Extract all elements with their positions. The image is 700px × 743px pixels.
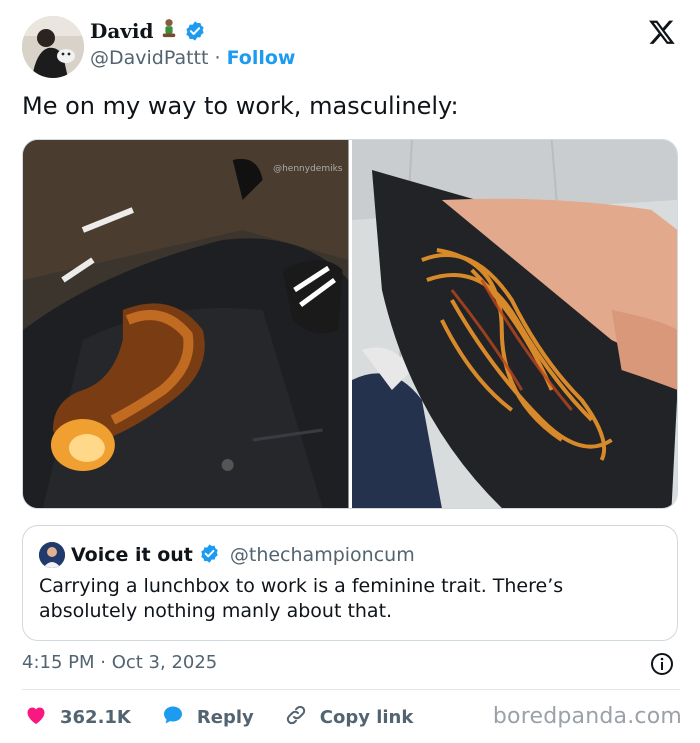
quoted-author-name[interactable]: Voice it out [71,544,193,566]
copy-link-button[interactable]: Copy link [284,703,414,732]
media-image-wallet-spaghetti[interactable] [351,140,677,508]
separator-dot: · [208,47,227,69]
link-icon [284,703,308,732]
image-watermark: @hennydemiks [273,164,343,174]
x-logo-icon[interactable] [648,18,676,46]
copy-link-label: Copy link [319,706,414,728]
action-bar: 362.1K Reply Copy link [24,703,443,731]
tweet-timestamp[interactable]: 4:15 PM · Oct 3, 2025 [22,652,217,673]
speech-bubble-icon [161,703,185,732]
verified-badge-icon [199,543,220,568]
info-icon[interactable] [650,652,674,676]
author-handle[interactable]: @DavidPattt [90,47,208,69]
reply-button[interactable]: Reply [161,703,254,732]
person-emoji-icon [160,18,178,44]
author-display-name[interactable]: David [90,19,154,43]
heart-icon [24,703,48,732]
author-avatar[interactable] [22,16,84,78]
quoted-author-handle[interactable]: @thechampioncum [230,544,415,566]
quoted-author-avatar[interactable] [39,542,65,568]
reply-label: Reply [196,706,254,728]
follow-button[interactable]: Follow [227,47,296,69]
tweet-header: David @DavidPattt · Follow [22,16,682,78]
media-image-pants-chicken[interactable]: @hennydemiks [23,140,349,508]
like-button[interactable]: 362.1K [24,703,131,732]
verified-badge-icon [184,20,206,42]
divider [22,689,680,690]
like-count: 362.1K [60,706,131,728]
tweet-media[interactable]: @hennydemiks [22,139,678,509]
tweet-text: Me on my way to work, masculinely: [22,92,459,120]
quoted-tweet[interactable]: Voice it out @thechampioncum Carrying a … [22,525,678,641]
source-watermark: boredpanda.com [492,704,682,729]
quoted-tweet-text: Carrying a lunchbox to work is a feminin… [39,575,564,622]
tweet-date: Oct 3, 2025 [111,652,218,673]
tweet-time: 4:15 PM [22,652,95,673]
separator-dot: · [94,652,112,673]
